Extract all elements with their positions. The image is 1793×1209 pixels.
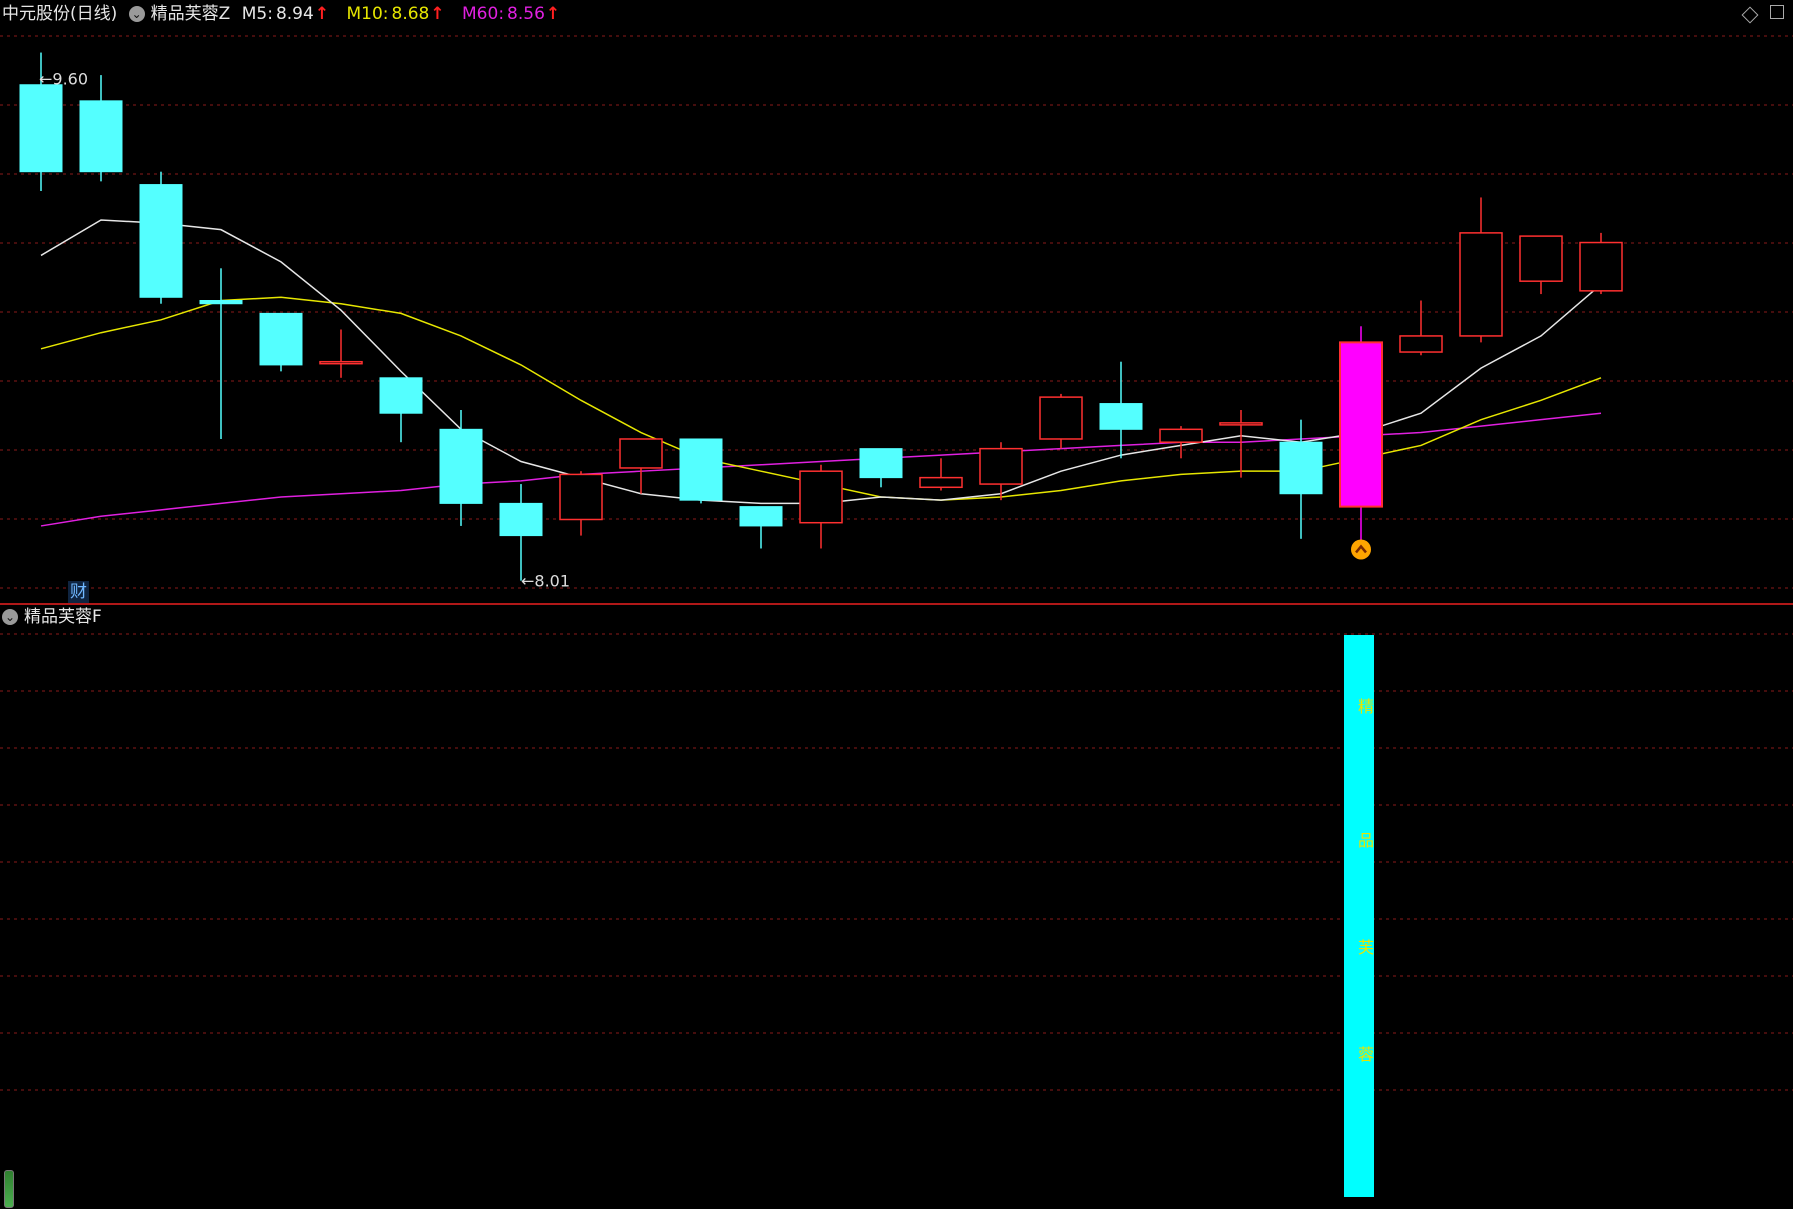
candle-body-up [1519, 235, 1563, 282]
candle-body-down [379, 377, 423, 414]
collapse-chevron-icon[interactable]: ⌄ [128, 6, 145, 22]
buy-signal-icon [1351, 539, 1371, 560]
candle-body-down [859, 448, 903, 479]
price-markers: ←9.60 ←8.01 [39, 70, 1371, 591]
main-panel-grid [0, 35, 1793, 589]
candle-body-up [1399, 335, 1443, 353]
candle [439, 410, 483, 526]
candle-body-down [259, 312, 303, 366]
candle-body-down [199, 300, 243, 305]
candle [1399, 300, 1443, 356]
candle-body-up [1219, 422, 1263, 426]
ma5-readout: M5: 8.94↑ [242, 1, 335, 27]
candle [319, 329, 363, 378]
sub-indicator-bars: 精品芙蓉 [1344, 635, 1374, 1197]
candle-body-up [799, 470, 843, 524]
candle-body-down [139, 184, 183, 298]
candle-body-up [1039, 396, 1083, 440]
candle-body-down [439, 428, 483, 504]
ma60-value: 8.56 [507, 4, 545, 24]
candle [1099, 361, 1143, 459]
candle [1159, 426, 1203, 459]
sub-collapse-chevron-icon[interactable]: ⌄ [2, 609, 18, 625]
candle [919, 458, 963, 491]
candle [799, 464, 843, 549]
candle [619, 438, 663, 494]
finance-badge[interactable]: 财 [68, 581, 89, 603]
candle [79, 75, 123, 182]
candle [1219, 410, 1263, 478]
candle-body-up [319, 360, 363, 365]
ma10-readout: M10: 8.68↑ [346, 1, 450, 27]
candle [499, 484, 543, 581]
candle [859, 448, 903, 488]
candle [679, 438, 723, 504]
candle-body-down [1099, 403, 1143, 430]
candle [979, 442, 1023, 501]
candle [1039, 393, 1083, 449]
candle [559, 471, 603, 536]
maximize-icon[interactable] [1770, 5, 1784, 19]
sub-panel-header: ⌄ 精品芙蓉F [2, 604, 108, 630]
candle-body-down [679, 438, 723, 501]
candlesticks [19, 52, 1623, 581]
ma60-up-arrow-icon: ↑ [545, 4, 561, 24]
sub-bar-char: 芙 [1358, 938, 1374, 957]
sub-bar-char: 品 [1358, 831, 1374, 850]
ma60-label: M60: [462, 4, 505, 24]
ma10-value: 8.68 [391, 4, 430, 24]
candle [1459, 197, 1503, 343]
ma10-up-arrow-icon: ↑ [430, 4, 445, 24]
candle-body-up [559, 473, 603, 521]
candle [199, 268, 243, 439]
main-indicator-name[interactable]: 精品芙蓉Z [151, 1, 231, 27]
candle-body-up [1579, 241, 1623, 292]
sub-panel-grid [0, 633, 1793, 1091]
high-price-label: ←9.60 [39, 70, 88, 89]
ma5-up-arrow-icon: ↑ [314, 4, 330, 24]
candle-body-down [499, 502, 543, 537]
candle [379, 377, 423, 443]
main-panel-header: 中元股份(日线) ⌄ 精品芙蓉Z M5: 8.94↑ M10: 8.68↑ M60: 8… [2, 1, 572, 27]
candle-body-up [1159, 428, 1203, 443]
sub-indicator-name[interactable]: 精品芙蓉F [24, 604, 102, 630]
ma10-label: M10: [346, 4, 389, 24]
candle-body-down [19, 84, 63, 173]
low-price-label: ←8.01 [521, 572, 570, 591]
candle [139, 171, 183, 304]
ma5-value: 8.94 [275, 4, 314, 24]
ma60-readout: M60: 8.56↑ [462, 1, 566, 27]
scrollbar-thumb[interactable] [4, 1170, 14, 1208]
candle [1519, 235, 1563, 295]
candle [259, 312, 303, 372]
candle-body-down [739, 506, 783, 527]
candle [739, 506, 783, 549]
candle [1339, 326, 1383, 549]
candle-body-up [619, 438, 663, 469]
candle-body-signal [1339, 341, 1383, 508]
candle-body-down [1279, 441, 1323, 495]
stock-title[interactable]: 中元股份(日线) [2, 1, 117, 27]
sub-bar-char: 精 [1358, 697, 1374, 716]
candle-body-up [979, 447, 1023, 485]
sub-signal-bar [1344, 635, 1374, 1197]
sub-bar-char: 蓉 [1358, 1045, 1374, 1064]
ma5-label: M5: [241, 4, 273, 24]
stock-chart: ←9.60 ←8.01 精品芙蓉 [0, 35, 1793, 1197]
candle-body-up [919, 476, 963, 489]
candle [1579, 232, 1623, 295]
candle-body-up [1459, 232, 1503, 337]
candle-body-down [79, 100, 123, 173]
